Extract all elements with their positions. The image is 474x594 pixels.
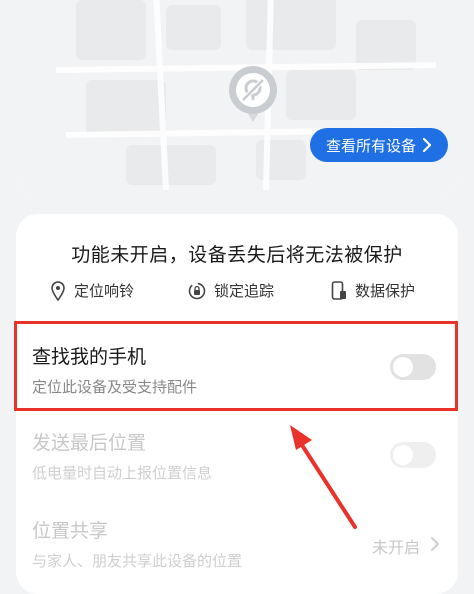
protection-warning: 功能未开启，设备丢失后将无法被保护 bbox=[71, 244, 403, 266]
feature-label: 定位响铃 bbox=[74, 282, 135, 300]
location-share-row[interactable]: 位置共享 与家人、朋友共享此设备的位置 未开启 bbox=[32, 516, 442, 586]
send-last-location-row[interactable]: 发送最后位置 低电量时自动上报位置信息 bbox=[32, 428, 442, 498]
location-off-icon bbox=[229, 66, 277, 122]
feature-label: 数据保护 bbox=[355, 282, 416, 300]
location-share-title: 位置共享 bbox=[32, 520, 109, 542]
feature-data-protect: 数据保护 bbox=[331, 280, 415, 301]
feature-locate-ring: 定位响铃 bbox=[50, 280, 134, 301]
send-last-location-subtitle: 低电量时自动上报位置信息 bbox=[32, 464, 213, 482]
feature-lock-track: 锁定追踪 bbox=[188, 280, 274, 301]
send-last-location-toggle[interactable] bbox=[390, 442, 436, 468]
location-share-subtitle: 与家人、朋友共享此设备的位置 bbox=[32, 552, 243, 570]
lock-track-icon bbox=[188, 282, 206, 299]
phone-backup-icon bbox=[331, 280, 346, 300]
feature-label: 锁定追踪 bbox=[214, 282, 275, 300]
map-card: 查看所有设备 bbox=[16, 0, 458, 195]
view-all-devices-button[interactable]: 查看所有设备 bbox=[310, 128, 448, 162]
chevron-right-icon bbox=[431, 537, 439, 551]
annotation-highlight-box bbox=[14, 321, 458, 411]
chevron-right-icon bbox=[422, 137, 432, 153]
view-all-devices-label: 查看所有设备 bbox=[325, 136, 416, 155]
location-pin-icon bbox=[51, 280, 65, 301]
send-last-location-title: 发送最后位置 bbox=[32, 432, 147, 454]
location-share-status: 未开启 bbox=[371, 538, 420, 557]
